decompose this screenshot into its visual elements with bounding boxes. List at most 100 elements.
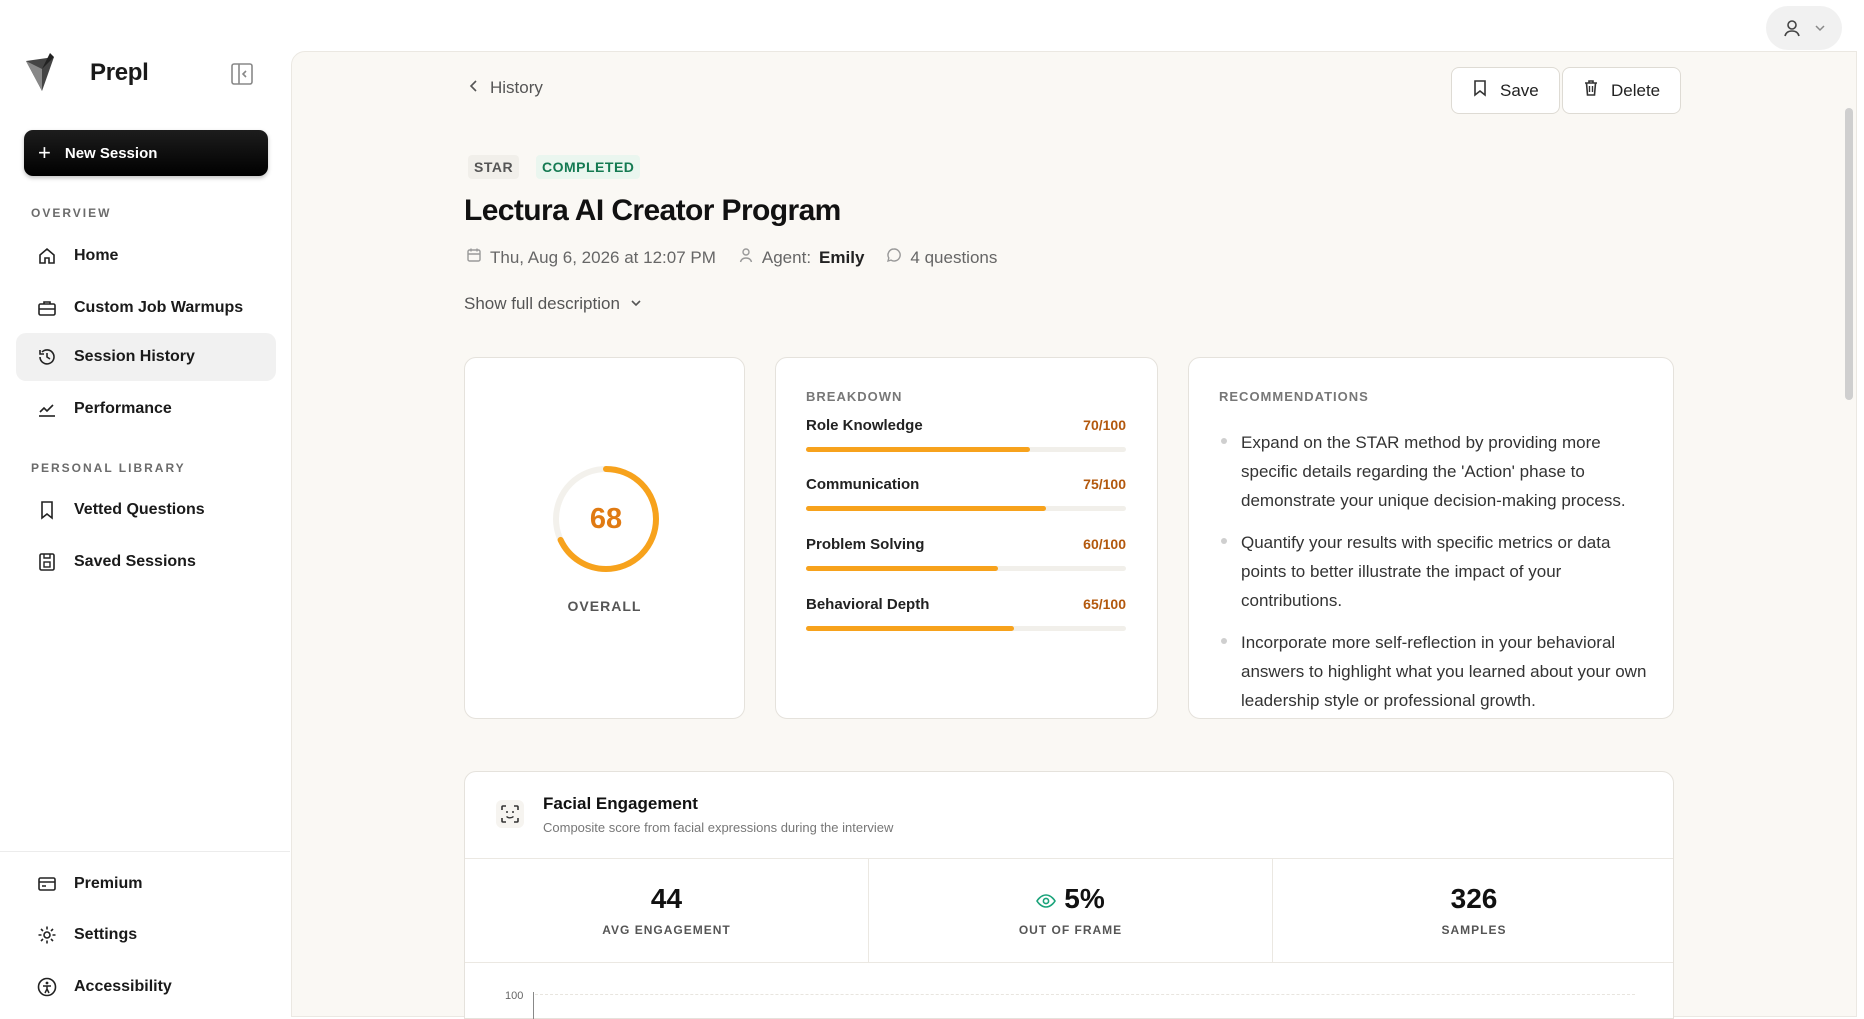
bookmark-icon bbox=[1472, 79, 1488, 102]
breakdown-row-behavioral-depth: Behavioral Depth 65/100 bbox=[806, 596, 1126, 631]
session-date-text: Thu, Aug 6, 2026 at 12:07 PM bbox=[490, 247, 716, 267]
sidebar-item-label: Settings bbox=[74, 926, 138, 943]
breakdown-bar-fill bbox=[806, 626, 1014, 631]
sidebar-collapse-icon bbox=[231, 63, 253, 85]
samples-label: SAMPLES bbox=[1441, 923, 1507, 937]
facial-engagement-subtitle: Composite score from facial expressions … bbox=[543, 820, 894, 835]
chevron-down-icon bbox=[1814, 22, 1826, 34]
breakdown-name: Problem Solving bbox=[806, 536, 925, 553]
sidebar-item-label: Home bbox=[74, 247, 119, 264]
breakdown-bar-track bbox=[806, 506, 1126, 511]
breakdown-score: 60/100 bbox=[1083, 536, 1126, 552]
breakdown-bar-track bbox=[806, 566, 1126, 571]
logo-icon bbox=[24, 51, 60, 95]
brand[interactable]: Prepl bbox=[24, 52, 264, 94]
chart-line-icon bbox=[36, 398, 58, 420]
questions-count: 4 questions bbox=[910, 247, 998, 267]
facial-engagement-title: Facial Engagement bbox=[543, 794, 698, 813]
back-label: History bbox=[490, 78, 543, 97]
samples-value: 326 bbox=[1450, 883, 1498, 914]
chart-y-axis-max-label: 100 bbox=[505, 990, 524, 1002]
recommendations-label: RECOMMENDATIONS bbox=[1219, 389, 1369, 404]
show-description-toggle[interactable]: Show full description bbox=[464, 294, 642, 314]
card-icon bbox=[36, 873, 58, 895]
save-icon bbox=[36, 551, 58, 573]
sidebar-item-settings[interactable]: Settings bbox=[16, 911, 276, 959]
eye-icon bbox=[1036, 883, 1057, 915]
sidebar-item-premium[interactable]: Premium bbox=[16, 860, 276, 908]
sidebar-item-vetted-questions[interactable]: Vetted Questions bbox=[16, 486, 276, 534]
breakdown-bar-track bbox=[806, 626, 1126, 631]
plus-icon: + bbox=[38, 140, 51, 165]
home-icon bbox=[36, 245, 58, 267]
sidebar-item-label: Session History bbox=[74, 348, 195, 365]
scrollbar[interactable] bbox=[1845, 108, 1853, 400]
sidebar-item-label: Premium bbox=[74, 875, 143, 892]
agent-label: Agent: bbox=[761, 247, 812, 267]
sidebar-item-accessibility[interactable]: Accessibility bbox=[16, 963, 276, 1011]
breakdown-label: BREAKDOWN bbox=[806, 389, 903, 404]
personal-library-section-label: PERSONAL LIBRARY bbox=[31, 461, 186, 475]
page-title: Lectura AI Creator Program bbox=[464, 194, 841, 227]
sidebar-item-label: Custom Job Warmups bbox=[74, 299, 244, 316]
session-agent: Agent: Emily bbox=[738, 247, 864, 268]
overview-section-label: OVERVIEW bbox=[31, 206, 112, 220]
chat-bubble-icon bbox=[886, 247, 902, 268]
back-to-history-link[interactable]: History bbox=[468, 78, 543, 98]
avg-engagement-stat: 44 AVG ENGAGEMENT bbox=[465, 858, 868, 962]
app-name: Prepl bbox=[90, 59, 149, 86]
breakdown-score: 75/100 bbox=[1083, 476, 1126, 492]
sidebar-item-session-history[interactable]: Session History bbox=[16, 333, 276, 381]
session-meta: Thu, Aug 6, 2026 at 12:07 PM Agent: Emil… bbox=[466, 247, 1019, 268]
gear-icon bbox=[36, 924, 58, 946]
breakdown-bar-fill bbox=[806, 566, 998, 571]
new-session-button[interactable]: + New Session bbox=[24, 130, 268, 176]
out-of-frame-value: 5% bbox=[1064, 883, 1105, 914]
delete-button[interactable]: Delete bbox=[1562, 67, 1682, 114]
breakdown-row-problem-solving: Problem Solving 60/100 bbox=[806, 536, 1126, 571]
breakdown-row-communication: Communication 75/100 bbox=[806, 476, 1126, 511]
overall-score-ring: 68 bbox=[550, 463, 662, 575]
user-menu[interactable] bbox=[1766, 6, 1842, 50]
collapse-sidebar-button[interactable] bbox=[230, 62, 254, 86]
chart-y-axis bbox=[533, 992, 534, 1019]
history-icon bbox=[36, 346, 58, 368]
new-session-label: New Session bbox=[64, 144, 158, 162]
sidebar-item-label: Performance bbox=[74, 400, 172, 417]
breakdown-bar-track bbox=[806, 447, 1126, 452]
bookmark-icon bbox=[36, 499, 58, 521]
avg-engagement-label: AVG ENGAGEMENT bbox=[602, 923, 731, 937]
recommendations-card: RECOMMENDATIONS Expand on the STAR metho… bbox=[1188, 357, 1674, 719]
sidebar-item-label: Saved Sessions bbox=[74, 553, 196, 570]
samples-stat: 326 SAMPLES bbox=[1273, 858, 1675, 962]
overall-score-value: 68 bbox=[589, 502, 623, 535]
facial-divider-bottom bbox=[465, 962, 1673, 963]
overall-score-card: 68 OVERALL bbox=[464, 357, 745, 719]
session-date: Thu, Aug 6, 2026 at 12:07 PM bbox=[466, 247, 716, 268]
chart-gridline bbox=[535, 994, 1635, 995]
save-label: Save bbox=[1500, 80, 1539, 100]
trash-icon bbox=[1583, 79, 1599, 102]
breakdown-name: Communication bbox=[806, 476, 920, 493]
briefcase-icon bbox=[36, 297, 58, 319]
save-button[interactable]: Save bbox=[1451, 67, 1560, 114]
recommendation-item: Incorporate more self-reflection in your… bbox=[1219, 628, 1649, 715]
sidebar-item-custom-job-warmups[interactable]: Custom Job Warmups bbox=[16, 284, 276, 332]
breakdown-score: 65/100 bbox=[1083, 596, 1126, 612]
chevron-left-icon bbox=[468, 78, 480, 98]
breakdown-row-role-knowledge: Role Knowledge 70/100 bbox=[806, 417, 1126, 452]
breakdown-bar-fill bbox=[806, 447, 1030, 452]
breakdown-name: Role Knowledge bbox=[806, 417, 923, 434]
chevron-down-icon bbox=[630, 294, 642, 314]
overall-label: OVERALL bbox=[567, 598, 642, 614]
breakdown-bar-fill bbox=[806, 506, 1046, 511]
accessibility-icon bbox=[36, 976, 58, 998]
delete-label: Delete bbox=[1611, 80, 1661, 100]
sidebar-item-saved-sessions[interactable]: Saved Sessions bbox=[16, 538, 276, 586]
sidebar-item-label: Vetted Questions bbox=[74, 501, 205, 518]
sidebar-item-home[interactable]: Home bbox=[16, 232, 276, 280]
sidebar-item-performance[interactable]: Performance bbox=[16, 385, 276, 433]
breakdown-card: BREAKDOWN Role Knowledge 70/100 Communica… bbox=[775, 357, 1158, 719]
recommendation-item: Quantify your results with specific metr… bbox=[1219, 528, 1649, 615]
sidebar-divider bbox=[0, 851, 290, 852]
